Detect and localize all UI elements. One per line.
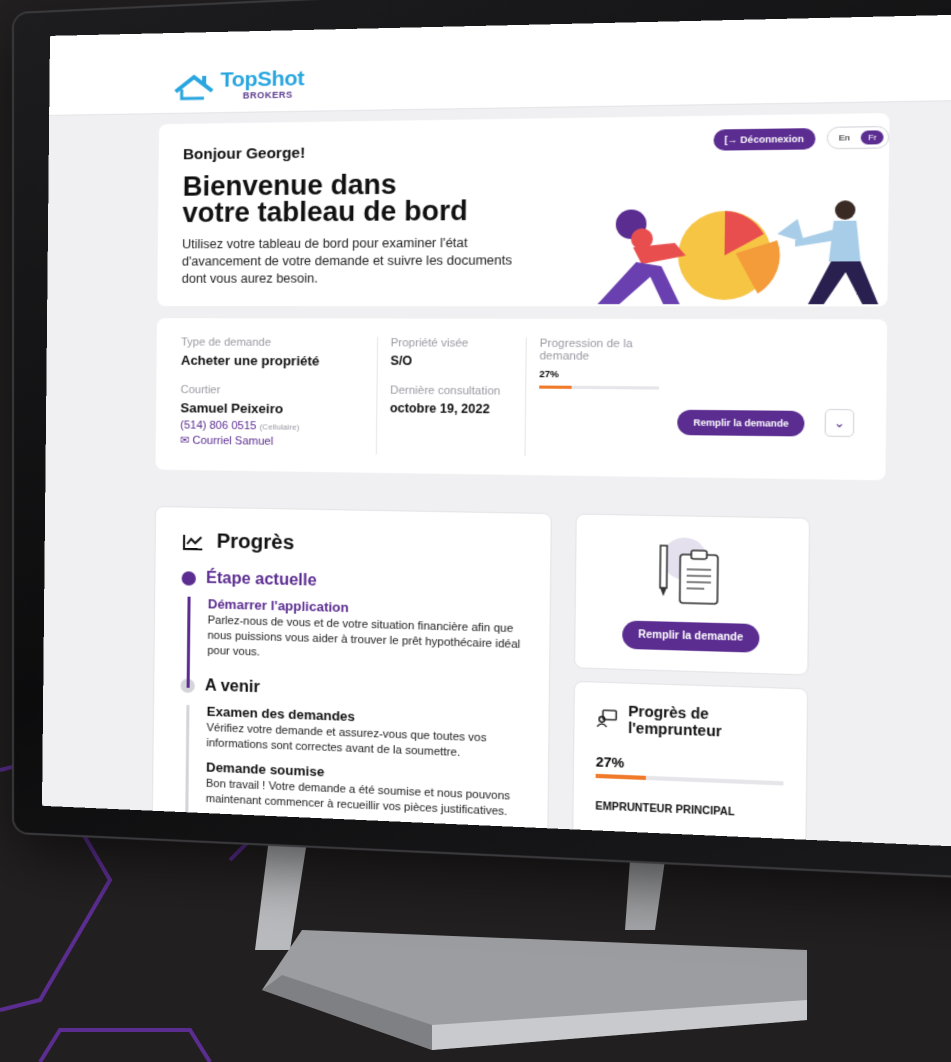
broker-phone-link[interactable]: (514) 806 0515 (Cellulaire) [180, 419, 376, 433]
borrower-icon [596, 708, 617, 730]
logout-button[interactable]: [→ Déconnexion [713, 127, 816, 151]
timeline-line-active [186, 596, 191, 688]
step-desc: Parlez-nous de vous et de votre situatio… [207, 614, 521, 659]
last-consult-label: Dernière consultation [390, 384, 501, 398]
dashboard-page: [→ Déconnexion En Fr Bonjour George! Bie… [151, 113, 890, 849]
step-submitted[interactable]: Demande soumise Bon travail ! Votre dema… [206, 759, 520, 820]
property-value: S/O [390, 353, 413, 369]
property-label: Propriété visée [390, 337, 469, 350]
brand-logo[interactable]: TopShot BROKERS [173, 66, 305, 102]
marketing-stage: TopShot BROKERS [→ Déconnexion En Fr Bon… [0, 0, 951, 1062]
timeline-line-upcoming [185, 704, 190, 822]
progress-card: Progrès Étape actuelle Démarrer l'applic… [151, 505, 552, 848]
top-actions: [→ Déconnexion En Fr [713, 125, 890, 151]
borrower-progress-card: Progrès de l'emprunteur 27% EMPRUNTEUR P… [572, 680, 809, 849]
broker-label: Courtier [180, 383, 221, 397]
step-start-application[interactable]: Démarrer l'application Parlez-nous de vo… [207, 596, 522, 669]
apply-button[interactable]: Remplir la demande [622, 620, 759, 653]
broker-email-link[interactable]: ✉ Courriel Samuel [180, 434, 376, 450]
last-consult-value: octobre 19, 2022 [389, 400, 490, 417]
request-type-value: Acheter une propriété [180, 352, 320, 369]
apply-card: Remplir la demande [573, 513, 811, 676]
broker-phone: (514) 806 0515 [180, 419, 257, 433]
fill-request-button[interactable]: Remplir la demande [677, 409, 805, 437]
welcome-lead: Utilisez votre tableau de bord pour exam… [181, 235, 513, 286]
expand-button[interactable]: ⌄ [824, 408, 855, 438]
upcoming-heading: A venir [204, 677, 260, 697]
request-type-label: Type de demande [181, 336, 272, 349]
progress-value: 27% [539, 368, 559, 380]
chevron-down-icon: ⌄ [833, 415, 846, 431]
pie-chart-illustration [597, 200, 879, 305]
borrower-pct: 27% [595, 753, 625, 771]
right-column: Remplir la demande Progrès de l'emprunte… [572, 513, 811, 849]
brand-name: TopShot [220, 66, 305, 92]
house-logo-icon [173, 73, 214, 102]
borrower-progress-fill [595, 773, 646, 781]
welcome-card: [→ Déconnexion En Fr Bonjour George! Bie… [157, 113, 890, 307]
progress-bar-fill [539, 385, 572, 389]
step-review[interactable]: Examen des demandes Vérifiez votre deman… [206, 704, 520, 764]
primary-borrower-label: EMPRUNTEUR PRINCIPAL [595, 801, 735, 819]
progress-title: Progrès [216, 530, 295, 555]
progress-label: Progression de la demande [539, 337, 633, 363]
broker-phone-type: (Cellulaire) [259, 422, 300, 432]
clipboard-icon [655, 537, 727, 611]
current-heading: Étape actuelle [205, 569, 317, 590]
current-step-dot [181, 571, 196, 586]
page-title: Bienvenue dans votre tableau de bord [182, 169, 468, 229]
progress-bar [539, 385, 659, 390]
lang-fr-option[interactable]: Fr [861, 130, 884, 145]
monitor-stand-base [262, 930, 807, 1050]
request-summary: Type de demande Acheter une propriété Co… [155, 318, 888, 481]
line-chart-icon [182, 532, 205, 551]
app-screen: TopShot BROKERS [→ Déconnexion En Fr Bon… [42, 13, 951, 849]
borrower-title: Progrès de l'emprunteur [627, 702, 722, 740]
broker-name: Samuel Peixeiro [180, 400, 284, 417]
content-row: Progrès Étape actuelle Démarrer l'applic… [151, 505, 885, 849]
language-toggle[interactable]: En Fr [826, 125, 890, 150]
lang-en-option[interactable]: En [832, 131, 857, 145]
